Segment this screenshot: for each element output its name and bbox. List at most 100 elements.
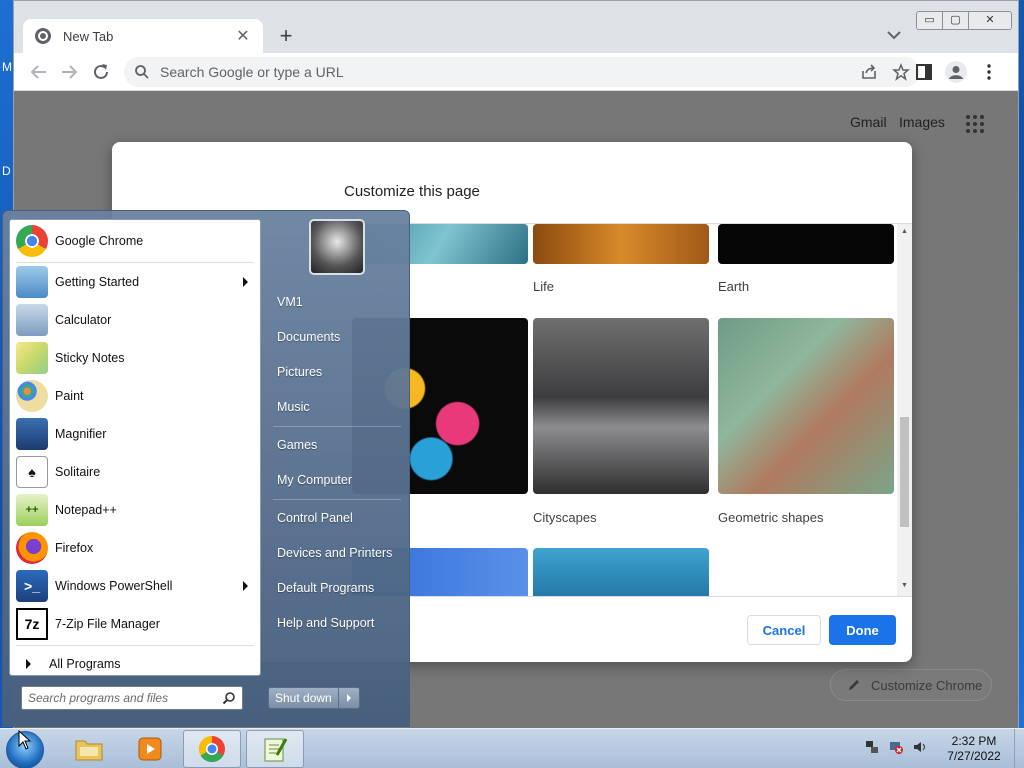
images-link[interactable]: Images [899,114,945,130]
start-right-separator [273,499,401,500]
start-link-documents[interactable]: Documents [269,322,403,352]
program-item-7-zip-file-manager[interactable]: 7z 7-Zip File Manager [12,606,258,642]
tab-search-chevron-icon[interactable] [884,25,904,45]
notepad-plus-plus-icon [264,738,288,762]
new-tab-button[interactable]: + [272,23,300,51]
start-link-vm1[interactable]: VM1 [269,287,403,317]
magnifier-icon [16,418,48,450]
tile-label-earth: Earth [718,279,750,294]
media-player-icon [138,737,162,761]
google-apps-icon[interactable] [966,115,984,133]
volume-icon[interactable] [912,739,928,755]
omnibox[interactable] [124,57,920,87]
taskbar-media-player[interactable] [121,730,179,768]
bookmark-star-icon[interactable] [892,63,910,81]
program-item-windows-powershell[interactable]: >_ Windows PowerShell [12,568,258,604]
background-tile[interactable] [533,548,709,596]
start-search-input[interactable] [28,691,222,705]
action-center-flag-icon[interactable] [864,739,880,755]
program-item-calculator[interactable]: Calculator [12,302,258,338]
minimize-button[interactable]: ▭ [917,12,943,29]
shutdown-control: Shut down [268,687,360,709]
start-link-help-and-support[interactable]: Help and Support [269,608,403,638]
share-icon[interactable] [860,63,878,81]
firefox-icon [16,532,48,564]
start-menu-separator [16,262,254,263]
kebab-menu-icon[interactable] [978,61,1000,83]
program-item-getting-started[interactable]: Getting Started [12,264,258,300]
address-bar-input[interactable] [160,64,860,80]
start-link-music[interactable]: Music [269,392,403,422]
start-menu: Google Chrome Getting Started Calculator… [2,210,410,727]
forward-arrow-icon[interactable] [56,59,82,85]
dialog-title: Customize this page [344,183,480,200]
desktop-label-fragment: D [2,164,11,178]
dialog-scrollbar[interactable]: ▲ ▼ [897,224,912,596]
scroll-thumb[interactable] [900,417,909,527]
program-item-sticky-notes[interactable]: Sticky Notes [12,340,258,376]
close-button[interactable]: ✕ [969,12,1011,29]
all-programs-button[interactable]: All Programs [20,657,121,671]
clock-time: 2:32 PM [951,734,997,748]
reload-icon[interactable] [88,59,114,85]
browser-toolbar [14,53,1018,91]
customize-chrome-button[interactable]: Customize Chrome [830,669,992,701]
shutdown-options-arrow-icon[interactable] [339,688,359,708]
search-icon [135,65,149,79]
all-programs-label: All Programs [49,657,121,671]
program-label: Getting Started [55,275,140,289]
show-desktop-button[interactable] [1014,729,1024,768]
background-tile-life[interactable] [533,224,709,264]
start-link-games[interactable]: Games [269,430,403,460]
start-search-box[interactable] [21,686,243,710]
background-tile-cityscapes[interactable] [533,318,709,494]
program-item-google-chrome[interactable]: Google Chrome [12,223,258,259]
start-link-default-programs[interactable]: Default Programs [269,573,403,603]
program-item-firefox[interactable]: Firefox [12,530,258,566]
taskbar-clock[interactable]: 2:32 PM 7/27/2022 [936,734,1012,764]
system-tray [864,739,928,755]
program-item-solitaire[interactable]: ♠ Solitaire [12,454,258,490]
scroll-up-icon[interactable]: ▲ [900,228,909,235]
cancel-button[interactable]: Cancel [747,615,821,645]
start-link-control-panel[interactable]: Control Panel [269,503,403,533]
tile-label-cityscapes: Cityscapes [533,510,597,525]
taskbar-notepad-plus-plus[interactable] [246,730,304,768]
tile-label-geometric-shapes: Geometric shapes [718,510,824,525]
powershell-icon: >_ [16,570,48,602]
start-menu-programs-panel: Google Chrome Getting Started Calculator… [9,219,261,676]
tile-label-life: Life [533,279,554,294]
program-item-notepad-plus-plus[interactable]: ++ Notepad++ [12,492,258,528]
tab-close-icon[interactable]: ✕ [233,26,253,46]
scroll-down-icon[interactable]: ▼ [900,582,909,589]
program-label: Calculator [55,313,112,327]
program-label: Notepad++ [55,503,117,517]
done-button[interactable]: Done [829,615,896,645]
program-item-magnifier[interactable]: Magnifier [12,416,258,452]
start-link-my-computer[interactable]: My Computer [269,465,403,495]
taskbar-chrome[interactable] [183,730,241,768]
seven-zip-icon: 7z [16,608,48,640]
start-link-pictures[interactable]: Pictures [269,357,403,387]
start-link-devices-and-printers[interactable]: Devices and Printers [269,538,403,568]
profile-avatar-icon[interactable] [945,61,967,83]
user-avatar[interactable] [309,219,365,275]
background-tile-earth[interactable] [718,224,894,264]
start-menu-separator [16,645,254,646]
gmail-link[interactable]: Gmail [850,114,887,130]
chrome-icon [16,225,48,257]
shutdown-button[interactable]: Shut down [269,688,339,708]
desktop-label-fragment: M [2,60,12,74]
back-arrow-icon[interactable] [26,59,52,85]
notepad-plus-plus-icon: ++ [16,494,48,526]
clock-date: 7/27/2022 [947,749,1001,763]
side-panel-icon[interactable] [913,61,935,83]
program-label: Solitaire [55,465,101,479]
search-icon[interactable] [222,691,236,705]
taskbar-explorer[interactable] [60,730,118,768]
tab-new-tab[interactable]: New Tab ✕ [23,19,263,53]
program-item-paint[interactable]: Paint [12,378,258,414]
maximize-button[interactable]: ▢ [943,12,969,29]
network-warning-icon[interactable] [888,739,904,755]
background-tile-geometric-shapes[interactable] [718,318,894,494]
